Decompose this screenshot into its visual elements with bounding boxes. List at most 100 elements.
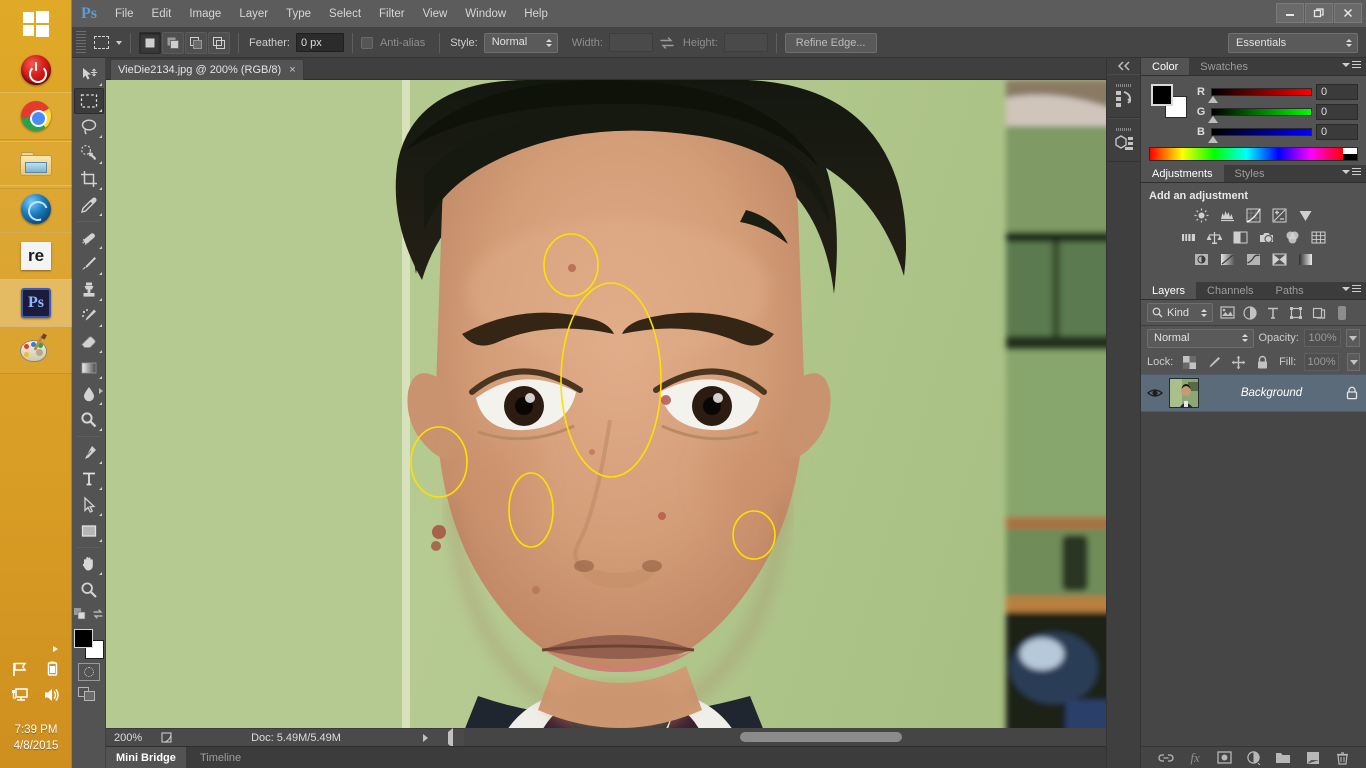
active-tool-icon[interactable] <box>89 32 113 54</box>
gradient-map-icon[interactable] <box>1297 252 1314 267</box>
refine-edge-button[interactable]: Refine Edge... <box>784 32 877 53</box>
network-icon[interactable] <box>11 686 29 704</box>
hue-saturation-icon[interactable] <box>1180 230 1197 245</box>
clock[interactable]: 7:39 PM 4/8/2015 <box>0 722 72 754</box>
taskbar-item-chrome[interactable] <box>0 92 72 140</box>
close-document-icon[interactable]: × <box>289 64 295 76</box>
fill-dropdown-icon[interactable] <box>1347 353 1360 371</box>
tool-path-selection[interactable] <box>74 492 104 518</box>
tool-clone-stamp[interactable] <box>74 277 104 303</box>
battery-icon[interactable] <box>43 660 61 678</box>
tool-spot-healing-brush[interactable] <box>74 225 104 251</box>
layers-panel-menu-icon[interactable] <box>1342 285 1361 292</box>
add-to-selection-button[interactable] <box>162 31 184 54</box>
new-layer-icon[interactable] <box>1304 750 1322 766</box>
menu-image[interactable]: Image <box>180 0 230 28</box>
menu-filter[interactable]: Filter <box>370 0 414 28</box>
tool-move[interactable] <box>74 62 104 88</box>
tab-layers[interactable]: Layers <box>1141 282 1197 299</box>
style-select[interactable]: Normal <box>483 32 558 53</box>
flag-icon[interactable] <box>11 660 29 678</box>
red-slider-knob[interactable] <box>1208 96 1218 103</box>
layer-thumbnail[interactable] <box>1169 378 1199 408</box>
options-bar-grip[interactable] <box>76 30 86 55</box>
start-button[interactable] <box>0 0 72 48</box>
foreground-background-color[interactable] <box>73 629 104 659</box>
link-layers-icon[interactable] <box>1157 750 1175 766</box>
screen-mode-button[interactable] <box>77 685 100 703</box>
tool-dodge[interactable] <box>74 407 104 433</box>
collapse-panels-icon[interactable] <box>1107 58 1140 74</box>
invert-icon[interactable] <box>1193 252 1210 267</box>
tool-gradient[interactable] <box>74 355 104 381</box>
tool-history-brush[interactable] <box>74 303 104 329</box>
black-white-icon[interactable] <box>1232 230 1249 245</box>
green-slider[interactable] <box>1208 108 1312 123</box>
tool-brush[interactable] <box>74 251 104 277</box>
tool-blur[interactable] <box>74 381 104 407</box>
add-layer-mask-icon[interactable] <box>1216 750 1234 766</box>
height-input[interactable] <box>723 33 768 52</box>
tool-lasso[interactable] <box>74 114 104 140</box>
tab-swatches[interactable]: Swatches <box>1189 58 1259 75</box>
threshold-icon[interactable] <box>1245 252 1262 267</box>
color-lookup-icon[interactable] <box>1310 230 1327 245</box>
menu-help[interactable]: Help <box>515 0 557 28</box>
tools-expand-icon[interactable] <box>99 388 103 394</box>
restore-button[interactable] <box>1305 3 1333 23</box>
tab-mini-bridge[interactable]: Mini Bridge <box>106 747 186 768</box>
power-button[interactable] <box>0 48 72 92</box>
filter-adjustment-icon[interactable] <box>1241 304 1259 322</box>
intersect-with-selection-button[interactable] <box>208 31 230 54</box>
scroll-left-button[interactable] <box>448 728 453 748</box>
menu-file[interactable]: File <box>106 0 143 28</box>
default-colors-icon[interactable] <box>73 608 86 623</box>
blend-mode-select[interactable]: Normal <box>1147 328 1254 348</box>
status-thumbnail-icon[interactable] <box>158 730 176 746</box>
blue-slider-knob[interactable] <box>1208 136 1218 143</box>
document-tab[interactable]: VieDie2134.jpg @ 200% (RGB/8) × <box>110 59 304 80</box>
properties-panel-button[interactable] <box>1107 118 1140 162</box>
menu-select[interactable]: Select <box>320 0 370 28</box>
spectrum-gradient[interactable] <box>1150 148 1343 160</box>
lock-transparent-pixels-icon[interactable] <box>1181 353 1197 371</box>
brightness-contrast-icon[interactable] <box>1193 208 1210 223</box>
width-input[interactable] <box>608 33 653 52</box>
layer-row-background[interactable]: Background <box>1141 374 1366 412</box>
taskbar-item-teamviewer[interactable] <box>0 185 72 233</box>
white-black-swatches[interactable] <box>1343 148 1357 160</box>
color-panel-menu-icon[interactable] <box>1342 61 1361 68</box>
tool-rectangle[interactable] <box>74 518 104 544</box>
tool-preset-chevron-icon[interactable] <box>116 40 122 45</box>
new-selection-button[interactable] <box>139 31 161 54</box>
swap-width-height-icon[interactable] <box>659 35 675 51</box>
horizontal-scroll-thumb[interactable] <box>740 732 902 742</box>
workspace-select[interactable]: Essentials <box>1228 33 1358 53</box>
red-value[interactable]: 0 <box>1316 84 1358 100</box>
blue-slider[interactable] <box>1208 128 1312 143</box>
menu-edit[interactable]: Edit <box>143 0 181 28</box>
canvas-viewport[interactable] <box>106 80 1132 746</box>
tool-quick-selection[interactable] <box>74 140 104 166</box>
show-hidden-icons-icon[interactable] <box>53 646 58 652</box>
lock-position-icon[interactable] <box>1230 353 1246 371</box>
filter-pixel-icon[interactable] <box>1218 304 1236 322</box>
tool-eyedropper[interactable] <box>74 192 104 218</box>
tool-rectangular-marquee[interactable] <box>73 88 104 114</box>
lock-all-icon[interactable] <box>1255 353 1271 371</box>
tool-crop[interactable] <box>74 166 104 192</box>
tab-channels[interactable]: Channels <box>1196 282 1264 299</box>
tool-hand[interactable] <box>74 551 104 577</box>
feather-input[interactable]: 0 px <box>295 33 344 52</box>
tool-pen[interactable] <box>74 440 104 466</box>
color-panel-swatches[interactable] <box>1151 84 1187 118</box>
foreground-color-swatch[interactable] <box>73 629 93 648</box>
color-balance-icon[interactable] <box>1206 230 1223 245</box>
vibrance-icon[interactable] <box>1297 208 1314 223</box>
red-slider[interactable] <box>1208 88 1312 103</box>
tab-timeline[interactable]: Timeline <box>190 747 251 768</box>
subtract-from-selection-button[interactable] <box>185 31 207 54</box>
lock-image-pixels-icon[interactable] <box>1206 353 1222 371</box>
opacity-dropdown-icon[interactable] <box>1346 329 1360 347</box>
green-value[interactable]: 0 <box>1316 104 1358 120</box>
